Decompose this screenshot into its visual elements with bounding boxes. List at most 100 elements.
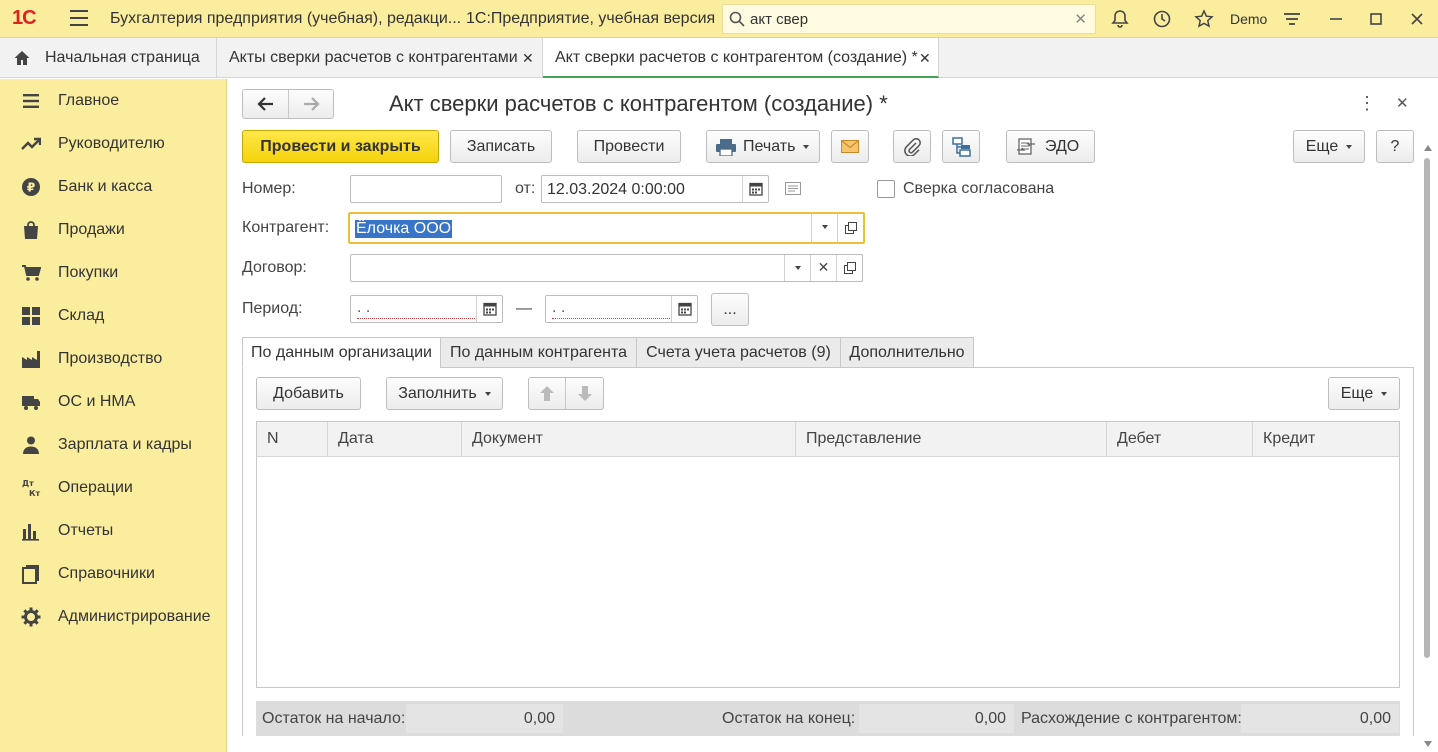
contract-clear[interactable]: ✕	[810, 255, 836, 281]
sidebar-item-warehouse[interactable]: Склад	[0, 294, 227, 337]
star-icon[interactable]	[1194, 9, 1214, 29]
bell-icon[interactable]	[1110, 9, 1130, 29]
post-and-close-button[interactable]: Провести и закрыть	[242, 130, 439, 163]
minimize-icon[interactable]	[1326, 9, 1346, 29]
scroll-down-icon[interactable]	[1423, 740, 1433, 748]
counterparty-dropdown[interactable]	[811, 214, 837, 242]
save-button[interactable]: Записать	[450, 130, 552, 163]
move-up-button[interactable]	[529, 378, 566, 409]
user-name[interactable]: Demo	[1230, 11, 1267, 27]
sidebar-item-main[interactable]: Главное	[0, 79, 227, 122]
sidebar-item-admin[interactable]: Администрирование	[0, 595, 227, 638]
sidebar-item-label: Продажи	[58, 221, 125, 238]
contract-open[interactable]	[836, 255, 862, 281]
fill-button[interactable]: Заполнить	[386, 377, 503, 410]
period-to-value: . .	[552, 299, 670, 319]
print-button[interactable]: Печать	[706, 130, 820, 163]
column-header-n[interactable]: N	[257, 422, 328, 457]
history-icon[interactable]	[1152, 9, 1172, 29]
tab-label: Начальная страница	[45, 49, 200, 66]
period-to-field[interactable]: . .	[545, 295, 698, 323]
close-window-icon[interactable]	[1407, 9, 1427, 29]
help-button[interactable]: ?	[1376, 130, 1414, 163]
counterparty-field[interactable]: Ёлочка ООО	[348, 212, 865, 244]
back-button[interactable]	[243, 90, 289, 118]
comment-icon[interactable]	[785, 182, 801, 195]
sidebar-item-reports[interactable]: Отчеты	[0, 509, 227, 552]
calendar-button[interactable]	[476, 296, 502, 322]
sidebar-item-purchases[interactable]: Покупки	[0, 251, 227, 294]
number-label: Номер:	[242, 180, 296, 197]
column-header-document[interactable]: Документ	[462, 422, 796, 457]
period-select-button[interactable]: ...	[711, 293, 749, 326]
subtab-org-data[interactable]: По данным организации	[242, 337, 441, 368]
scroll-up-icon[interactable]	[1423, 144, 1433, 152]
maximize-icon[interactable]	[1366, 9, 1386, 29]
calendar-button[interactable]	[671, 296, 697, 322]
clear-search-icon[interactable]: ✕	[1074, 10, 1087, 28]
counterparty-open[interactable]	[837, 214, 863, 242]
svg-text:Дт: Дт	[22, 479, 34, 488]
menu-icon	[23, 94, 39, 108]
close-form-icon[interactable]: ✕	[1396, 94, 1409, 112]
sidebar-item-label: Зарплата и кадры	[58, 436, 192, 453]
edo-button[interactable]: ЭДО	[1006, 130, 1095, 163]
column-header-presentation[interactable]: Представление	[796, 422, 1107, 457]
move-buttons	[528, 377, 604, 410]
subtab-accounts[interactable]: Счета учета расчетов (9)	[636, 337, 841, 368]
tab-act-create[interactable]: Акт сверки расчетов с контрагентом (созд…	[543, 38, 939, 78]
close-tab-icon[interactable]: ✕	[919, 50, 931, 67]
period-from-field[interactable]: . .	[350, 295, 503, 323]
number-field[interactable]	[350, 175, 502, 203]
scrollbar-thumb[interactable]	[1424, 158, 1430, 658]
sidebar-item-catalogs[interactable]: Справочники	[0, 552, 227, 595]
add-row-button[interactable]: Добавить	[256, 377, 361, 410]
discrepancy-value: 0,00	[1241, 704, 1399, 733]
date-field[interactable]: 12.03.2024 0:00:00	[541, 175, 769, 203]
sidebar-item-production[interactable]: Производство	[0, 337, 227, 380]
move-down-button[interactable]	[567, 378, 604, 409]
attach-file-button[interactable]	[893, 130, 931, 163]
column-header-credit[interactable]: Кредит	[1253, 422, 1399, 457]
search-input[interactable]: акт свер	[750, 11, 808, 28]
more-button[interactable]: Еще	[1293, 130, 1365, 163]
subtab-counterparty-data[interactable]: По данным контрагента	[440, 337, 637, 368]
date-from-label: от:	[515, 180, 536, 197]
form-menu-icon[interactable]: ⋮	[1358, 93, 1376, 114]
main-menu-icon[interactable]	[70, 10, 88, 26]
settings-menu-icon[interactable]	[1282, 9, 1302, 29]
calendar-button[interactable]	[742, 176, 768, 202]
table-more-button[interactable]: Еще	[1328, 377, 1400, 410]
structure-button[interactable]	[942, 130, 980, 163]
sidebar-item-bank[interactable]: ₽ Банк и касса	[0, 165, 227, 208]
sidebar-item-operations[interactable]: Дт Кт Операции	[0, 466, 227, 509]
forward-button[interactable]	[289, 90, 333, 118]
paperclip-icon	[904, 138, 921, 156]
panel-border	[1413, 368, 1414, 736]
global-search[interactable]: акт свер ✕	[722, 4, 1096, 34]
tab-label: Акты сверки расчетов с контрагентами	[229, 49, 518, 66]
trend-icon	[21, 137, 41, 150]
form-scrollbar[interactable]	[1422, 158, 1432, 736]
reconciliation-table[interactable]: N Дата Документ Представление Дебет Кред…	[256, 421, 1400, 688]
sidebar-item-sales[interactable]: Продажи	[0, 208, 227, 251]
print-label: Печать	[743, 138, 796, 155]
close-tab-icon[interactable]: ✕	[522, 50, 534, 67]
contract-field[interactable]: ✕	[350, 254, 863, 282]
post-button[interactable]: Провести	[577, 130, 681, 163]
contract-label: Договор:	[242, 259, 307, 276]
app-logo: 1С	[12, 7, 37, 29]
contract-dropdown[interactable]	[784, 255, 810, 281]
sidebar-item-manager[interactable]: Руководителю	[0, 122, 227, 165]
column-header-debit[interactable]: Дебет	[1107, 422, 1253, 457]
app-title: Бухгалтерия предприятия (учебная), редак…	[110, 10, 462, 27]
column-header-date[interactable]: Дата	[328, 422, 462, 457]
sidebar-item-assets[interactable]: ОС и НМА	[0, 380, 227, 423]
send-email-button[interactable]	[831, 130, 869, 163]
agreed-checkbox[interactable]	[877, 180, 895, 198]
subtab-additional[interactable]: Дополнительно	[840, 337, 974, 368]
tab-home[interactable]: Начальная страница	[0, 38, 217, 78]
sidebar-item-salary[interactable]: Зарплата и кадры	[0, 423, 227, 466]
tab-acts-list[interactable]: Акты сверки расчетов с контрагентами ✕	[217, 38, 543, 78]
open-icon	[845, 222, 857, 234]
